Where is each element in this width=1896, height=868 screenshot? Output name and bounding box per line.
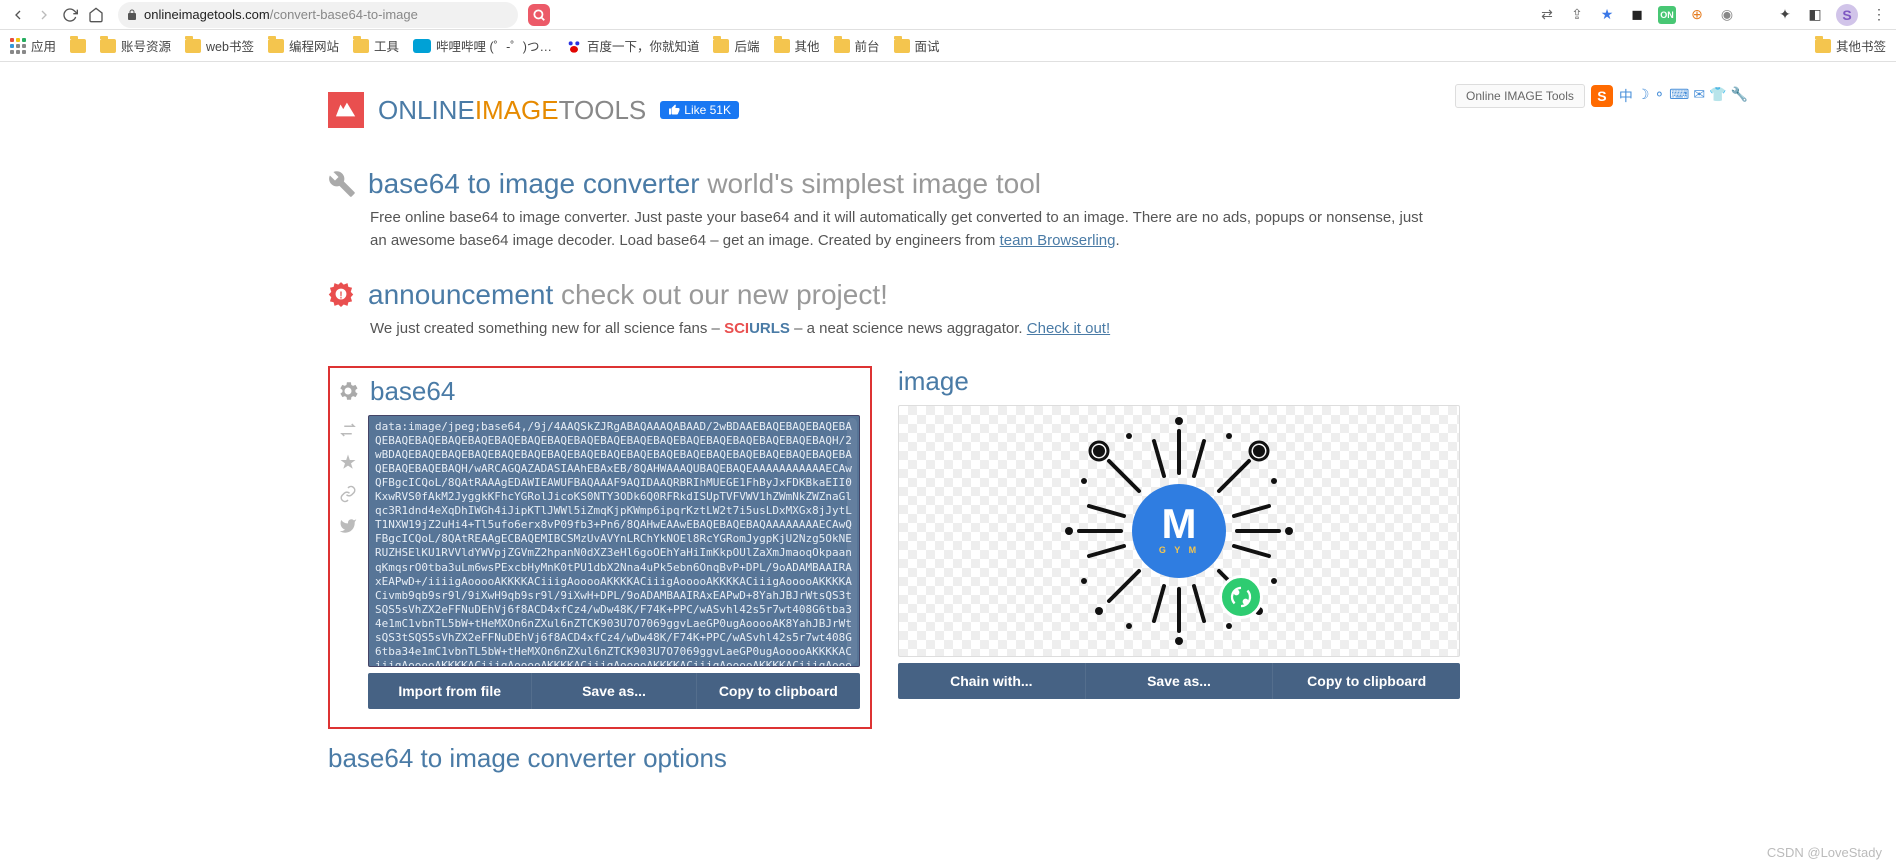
extension-icon-1[interactable]: ◼ xyxy=(1628,6,1646,24)
gear-icon[interactable] xyxy=(336,379,360,403)
link-icon[interactable] xyxy=(339,485,357,503)
favorite-icon[interactable] xyxy=(339,453,357,471)
output-image[interactable]: M G Y M xyxy=(898,405,1460,657)
bookmark-folder[interactable]: 编程网站 xyxy=(268,36,339,55)
forward-button[interactable] xyxy=(34,5,54,25)
extension-icon-5[interactable] xyxy=(1748,7,1764,23)
save-as-button[interactable]: Save as... xyxy=(531,673,695,709)
folder-icon xyxy=(185,39,201,53)
logo-circle: M G Y M xyxy=(1132,484,1226,578)
online-image-tools-badge[interactable]: Online IMAGE Tools xyxy=(1455,84,1585,108)
translate-icon[interactable]: ⇄ xyxy=(1538,6,1556,24)
bookmark-folder[interactable]: 其他 xyxy=(774,36,820,55)
sogou-icon[interactable]: S xyxy=(1591,85,1613,107)
image-panel-title: image xyxy=(898,366,969,397)
logo-icon[interactable] xyxy=(328,92,364,128)
bookmark-folder[interactable]: 前台 xyxy=(834,36,880,55)
bookmark-folder[interactable]: 面试 xyxy=(894,36,940,55)
other-bookmarks[interactable]: 其他书签 xyxy=(1815,36,1886,55)
lock-icon xyxy=(126,9,138,21)
copy-to-clipboard-button[interactable]: Copy to clipboard xyxy=(696,673,860,709)
browserling-link[interactable]: team Browserling xyxy=(1000,232,1116,249)
announcement-title: announcement check out our new project! xyxy=(368,279,888,311)
address-bar[interactable]: onlineimagetools.com/convert-base64-to-i… xyxy=(118,2,518,28)
copy-image-button[interactable]: Copy to clipboard xyxy=(1272,663,1460,699)
base64-panel-title: base64 xyxy=(370,376,455,407)
bookmark-star-icon[interactable]: ★ xyxy=(1598,6,1616,24)
twitter-icon[interactable] xyxy=(339,517,357,535)
extension-icon-4[interactable]: ◉ xyxy=(1718,6,1736,24)
import-from-file-button[interactable]: Import from file xyxy=(368,673,531,709)
chain-with-button[interactable]: Chain with... xyxy=(898,663,1085,699)
wrench-icon xyxy=(328,170,356,198)
folder-icon xyxy=(774,39,790,53)
profile-avatar[interactable]: S xyxy=(1836,4,1858,26)
folder-icon xyxy=(834,39,850,53)
folder-icon xyxy=(100,39,116,53)
save-as-image-button[interactable]: Save as... xyxy=(1085,663,1273,699)
swap-icon[interactable] xyxy=(339,421,357,439)
extensions-icon[interactable]: ✦ xyxy=(1776,6,1794,24)
page-title: base64 to image converter world's simple… xyxy=(368,168,1041,200)
share-icon[interactable]: ⇪ xyxy=(1568,6,1586,24)
apps-grid-icon xyxy=(10,38,26,54)
apps-bookmark[interactable]: 应用 xyxy=(10,36,56,55)
base64-input[interactable]: data:image/jpeg;base64,/9j/4AAQSkZJRgABA… xyxy=(368,415,860,667)
bookmark-baidu[interactable]: 百度一下，你就知道 xyxy=(566,36,700,55)
baidu-icon xyxy=(566,38,582,54)
announcement-text: We just created something new for all sc… xyxy=(370,317,1430,340)
folder-icon xyxy=(1815,39,1831,53)
options-heading: base64 to image converter options xyxy=(328,743,1568,774)
bookmark-folder[interactable] xyxy=(70,39,86,53)
folder-icon xyxy=(70,39,86,53)
extension-icon-3[interactable]: ⊕ xyxy=(1688,6,1706,24)
bookmark-folder[interactable]: 工具 xyxy=(353,36,399,55)
bilibili-icon xyxy=(413,39,431,53)
svg-text:!: ! xyxy=(339,290,342,301)
folder-icon xyxy=(353,39,369,53)
bookmark-bilibili[interactable]: 哔哩哔哩 (゜-゜)つ… xyxy=(413,36,552,55)
bookmark-folder[interactable]: 账号资源 xyxy=(100,36,171,55)
fb-like-button[interactable]: Like 51K xyxy=(660,101,739,119)
social-mini-icons: 中☽⚬⌨✉👕🔧 xyxy=(1619,86,1748,106)
extension-icon-2[interactable]: ON xyxy=(1658,6,1676,24)
url-text: onlineimagetools.com/convert-base64-to-i… xyxy=(144,7,418,22)
description-text: Free online base64 to image converter. J… xyxy=(370,206,1430,253)
bookmark-folder[interactable]: web书签 xyxy=(185,36,254,55)
folder-icon xyxy=(894,39,910,53)
wechat-mini-badge xyxy=(1219,575,1263,619)
menu-icon[interactable]: ⋮ xyxy=(1870,6,1888,24)
watermark-text: CSDN @LoveStady xyxy=(1767,845,1882,860)
back-button[interactable] xyxy=(8,5,28,25)
logo-text[interactable]: ONLINEIMAGETOOLS xyxy=(378,95,646,126)
folder-icon xyxy=(713,39,729,53)
folder-icon xyxy=(268,39,284,53)
sidepanel-icon[interactable]: ◧ xyxy=(1806,6,1824,24)
bookmark-folder[interactable]: 后端 xyxy=(713,36,759,55)
announcement-icon: ! xyxy=(328,281,356,309)
home-button[interactable] xyxy=(86,5,106,25)
search-extension-icon[interactable] xyxy=(528,4,550,26)
reload-button[interactable] xyxy=(60,5,80,25)
check-it-out-link[interactable]: Check it out! xyxy=(1027,320,1110,337)
